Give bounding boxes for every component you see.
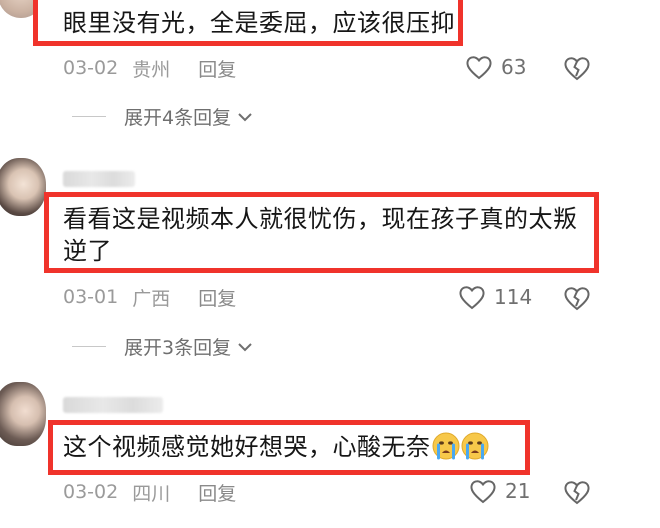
comment-text-content: 这个视频感觉她好想哭，心酸无奈 (63, 433, 431, 461)
like-count: 63 (501, 55, 527, 79)
comment-meta: 03-02 贵州 回复 (63, 53, 236, 83)
broken-heart-icon[interactable] (563, 479, 591, 505)
like-count: 114 (494, 285, 533, 309)
comment-location: 贵州 (132, 58, 171, 81)
heart-outline-icon (459, 286, 485, 310)
comment-date: 03-02 (63, 57, 119, 79)
expand-replies-button[interactable]: 展开3条回复 (72, 333, 253, 360)
username[interactable] (63, 171, 135, 187)
crying-face-emoji-icon (461, 432, 488, 460)
expand-replies-button[interactable]: 展开4条回复 (72, 103, 253, 130)
avatar[interactable] (0, 382, 46, 446)
comment-date: 03-02 (63, 481, 119, 503)
reply-button[interactable]: 回复 (198, 55, 236, 82)
comment-text[interactable]: 这个视频感觉她好想哭，心酸无奈 (63, 431, 489, 463)
comment-meta: 03-02 四川 回复 (63, 477, 236, 507)
broken-heart-icon[interactable] (563, 285, 591, 311)
like-button[interactable]: 21 (469, 478, 530, 504)
reply-button[interactable]: 回复 (198, 479, 236, 506)
like-button[interactable]: 63 (465, 54, 526, 80)
comment-date: 03-01 (63, 286, 119, 308)
avatar[interactable] (0, 158, 46, 216)
comment-text[interactable]: 逆了 (63, 235, 112, 267)
comment-text[interactable]: 眼里没有光，全是委屈，应该很压抑 (63, 7, 455, 39)
comment-list: 眼里没有光，全是委屈，应该很压抑 03-02 贵州 回复 63 展开4条回复 看… (0, 0, 660, 528)
broken-heart-icon[interactable] (563, 55, 591, 81)
comment-location: 广西 (132, 287, 171, 310)
like-button[interactable]: 114 (458, 284, 532, 310)
comment-text[interactable]: 看看这是视频本人就很忧伤，现在孩子真的太叛 (63, 203, 578, 235)
divider (72, 346, 106, 347)
like-count: 21 (505, 479, 531, 503)
comment-location: 四川 (132, 482, 171, 505)
username[interactable] (63, 397, 163, 413)
crying-face-emoji-icon (432, 432, 459, 460)
comment-meta: 03-01 广西 回复 (63, 282, 236, 312)
chevron-down-icon (238, 342, 252, 351)
heart-outline-icon (470, 480, 496, 504)
reply-button[interactable]: 回复 (198, 284, 236, 311)
expand-replies-label: 展开4条回复 (124, 107, 232, 129)
divider (72, 116, 106, 117)
heart-outline-icon (466, 56, 492, 80)
expand-replies-label: 展开3条回复 (124, 337, 232, 359)
chevron-down-icon (238, 112, 252, 121)
